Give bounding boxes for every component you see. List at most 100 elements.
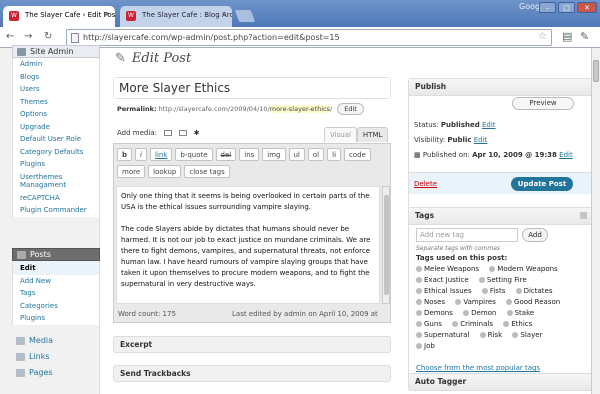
tag-item[interactable]: Ethical Issues — [416, 287, 476, 295]
tag-item[interactable]: Demons — [416, 309, 457, 317]
sidebar-item[interactable]: Add New — [13, 275, 99, 288]
ol-button[interactable]: ol — [307, 148, 325, 161]
tag-item[interactable]: Job — [416, 342, 439, 350]
sidebar-item[interactable]: Plugins — [13, 158, 99, 171]
sidebar-item[interactable]: Tags — [13, 287, 99, 300]
tag-item[interactable]: Setting Fire — [478, 276, 531, 284]
sidebar-item[interactable]: Userthemes Managament — [13, 171, 99, 192]
post-content-textarea[interactable]: Only one thing that it seems is being ov… — [116, 186, 380, 304]
new-tab-button[interactable] — [234, 10, 256, 22]
remove-tag-icon[interactable] — [506, 310, 513, 316]
remove-tag-icon[interactable] — [416, 343, 422, 349]
wrench-icon[interactable]: ✎ — [580, 30, 589, 43]
sidebar-item[interactable]: Plugins — [13, 312, 99, 325]
sidebar-pages[interactable]: Pages — [12, 366, 100, 381]
bookmark-star-icon[interactable]: ☆ — [538, 31, 547, 42]
remove-tag-icon[interactable] — [506, 299, 513, 305]
remove-tag-icon[interactable] — [416, 299, 422, 305]
close-window-icon[interactable]: ✕ — [577, 2, 597, 13]
tag-item[interactable]: Guns — [416, 320, 446, 328]
sidebar-site-admin[interactable]: Site Admin — [12, 45, 100, 58]
remove-tag-icon[interactable] — [416, 288, 422, 294]
sidebar-item[interactable]: Upgrade — [13, 121, 99, 134]
tab-edit-post[interactable]: W The Slayer Cafe › Edit Post... ✕ — [3, 6, 115, 27]
remove-tag-icon[interactable] — [479, 332, 486, 338]
tab-html[interactable]: HTML — [356, 127, 389, 142]
tag-item[interactable]: Melee Weapons — [416, 265, 483, 273]
tag-item[interactable]: Supernatural — [416, 331, 473, 339]
remove-tag-icon[interactable] — [416, 266, 422, 272]
remove-tag-icon[interactable] — [512, 332, 519, 338]
close-tab-icon[interactable]: ✕ — [221, 11, 227, 19]
code-button[interactable]: code — [344, 148, 371, 161]
sidebar-media[interactable]: Media — [12, 334, 100, 349]
add-video-icon[interactable] — [179, 130, 188, 136]
remove-tag-icon[interactable] — [455, 299, 462, 305]
publish-header[interactable]: Publish — [409, 79, 592, 96]
remove-tag-icon[interactable] — [489, 266, 496, 272]
editor-scroll-thumb[interactable] — [384, 195, 389, 295]
new-tag-input[interactable]: Add new tag — [416, 228, 518, 242]
sidebar-item[interactable]: Users — [13, 83, 99, 96]
tag-item[interactable]: Vampires — [455, 298, 499, 306]
bold-button[interactable]: b — [117, 148, 133, 161]
more-button[interactable]: more — [117, 165, 146, 178]
add-tag-button[interactable]: Add — [522, 228, 548, 242]
img-button[interactable]: img — [262, 148, 286, 161]
blockquote-button[interactable]: b-quote — [175, 148, 213, 161]
sidebar-item[interactable]: Default User Role — [13, 133, 99, 146]
visibility-edit-link[interactable]: Edit — [474, 136, 488, 144]
remove-tag-icon[interactable] — [503, 321, 510, 327]
sidebar-item[interactable]: Admin — [13, 58, 99, 71]
page-scrollbar[interactable] — [591, 48, 600, 394]
close-tags-button[interactable]: close tags — [184, 165, 230, 178]
ins-button[interactable]: ins — [239, 148, 260, 161]
address-bar[interactable]: http://slayercafe.com/wp-admin/post.php?… — [66, 29, 552, 46]
remove-tag-icon[interactable] — [463, 310, 470, 316]
excerpt-box[interactable]: Excerpt — [113, 336, 391, 353]
sidebar-item[interactable]: Categories — [13, 300, 99, 313]
remove-tag-icon[interactable] — [478, 277, 485, 283]
del-button[interactable]: del — [215, 148, 237, 161]
tab-blog-archive[interactable]: W The Slayer Cafe : Blog Arc... ✕ — [120, 6, 232, 27]
permalink-slug[interactable]: more-slayer-ethics — [269, 105, 330, 113]
permalink-edit-button[interactable]: Edit — [337, 103, 364, 115]
tag-item[interactable]: Criminals — [452, 320, 497, 328]
update-post-button[interactable]: Update Post — [511, 177, 573, 191]
tab-visual[interactable]: Visual — [324, 127, 357, 142]
tag-item[interactable]: Noses — [416, 298, 449, 306]
popular-tags-link[interactable]: Choose from the most popular tags — [416, 364, 540, 372]
auto-tagger-box[interactable]: Auto Tagger — [408, 373, 593, 391]
sidebar-posts[interactable]: Posts — [12, 248, 100, 261]
delete-link[interactable]: Delete — [414, 180, 437, 188]
sidebar-item[interactable]: Plugin Commander — [13, 204, 99, 217]
published-edit-link[interactable]: Edit — [559, 151, 573, 159]
tag-item[interactable]: Modern Weapons — [489, 265, 561, 273]
tag-item[interactable]: Demon — [463, 309, 500, 317]
remove-tag-icon[interactable] — [515, 288, 522, 294]
ul-button[interactable]: ul — [288, 148, 305, 161]
remove-tag-icon[interactable] — [416, 321, 422, 327]
sidebar-item[interactable]: Themes — [13, 96, 99, 109]
minimize-icon[interactable]: – — [539, 2, 556, 13]
sidebar-item-edit[interactable]: Edit — [13, 262, 99, 275]
preview-button[interactable]: Preview — [512, 97, 574, 110]
tag-item[interactable]: Exact Justice — [416, 276, 473, 284]
page-menu-icon[interactable]: ▤ — [562, 30, 572, 43]
post-title-input[interactable]: More Slayer Ethics — [113, 77, 391, 99]
sidebar-item[interactable]: Options — [13, 108, 99, 121]
tag-item[interactable]: Dictates — [515, 287, 557, 295]
page-scroll-thumb[interactable] — [593, 60, 599, 82]
close-tab-icon[interactable]: ✕ — [104, 11, 110, 19]
add-image-icon[interactable] — [164, 130, 173, 136]
remove-tag-icon[interactable] — [452, 321, 459, 327]
reload-icon[interactable]: ↻ — [44, 31, 52, 43]
back-icon[interactable]: ← — [6, 31, 14, 43]
editor-scrollbar[interactable] — [382, 186, 390, 304]
link-button[interactable]: link — [149, 148, 173, 161]
status-edit-link[interactable]: Edit — [482, 121, 496, 129]
italic-button[interactable]: i — [135, 148, 147, 161]
maximize-icon[interactable]: □ — [558, 2, 575, 13]
remove-tag-icon[interactable] — [416, 310, 422, 316]
forward-icon[interactable]: → — [24, 31, 32, 43]
